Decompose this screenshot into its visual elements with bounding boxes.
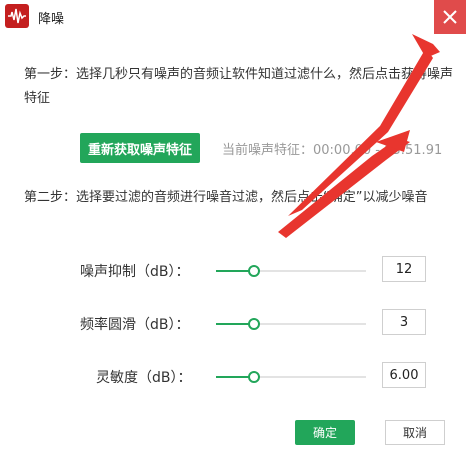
reacquire-noise-button[interactable]: 重新获取噪声特征	[80, 133, 200, 163]
frequency-smoothing-label: 频率圆滑（dB）：	[80, 317, 190, 333]
sensitivity-input[interactable]: 6.00	[382, 362, 426, 388]
sensitivity-slider[interactable]	[216, 371, 366, 383]
noise-suppression-slider[interactable]	[216, 265, 366, 277]
title-bar: 降噪	[0, 0, 466, 34]
slider-thumb[interactable]	[248, 318, 260, 330]
step2-instruction: 第二步：选择要过滤的音频进行噪音过滤，然后点击“确定”以减少噪音	[24, 190, 428, 205]
close-button[interactable]	[434, 0, 466, 34]
noise-suppression-label: 噪声抑制（dB）：	[80, 264, 190, 280]
frequency-smoothing-slider[interactable]	[216, 318, 366, 330]
arrow-head	[412, 34, 440, 58]
ok-button[interactable]: 确定	[295, 420, 355, 445]
sensitivity-label: 灵敏度（dB）：	[96, 370, 192, 386]
waveform-icon	[5, 4, 29, 28]
noise-suppression-input[interactable]: 12	[382, 256, 426, 282]
window-title: 降噪	[38, 12, 65, 27]
frequency-smoothing-input[interactable]: 3	[382, 309, 426, 335]
current-noise-feature: 当前噪声特征：00:00.00 - 03:51.91	[222, 143, 443, 158]
cancel-button[interactable]: 取消	[385, 420, 445, 445]
step1-instruction: 第一步：选择几秒只有噪声的音频让软件知道过滤什么，然后点击获得噪声特征	[24, 67, 454, 106]
slider-thumb[interactable]	[248, 371, 260, 383]
slider-thumb[interactable]	[248, 265, 260, 277]
close-icon	[443, 10, 457, 24]
